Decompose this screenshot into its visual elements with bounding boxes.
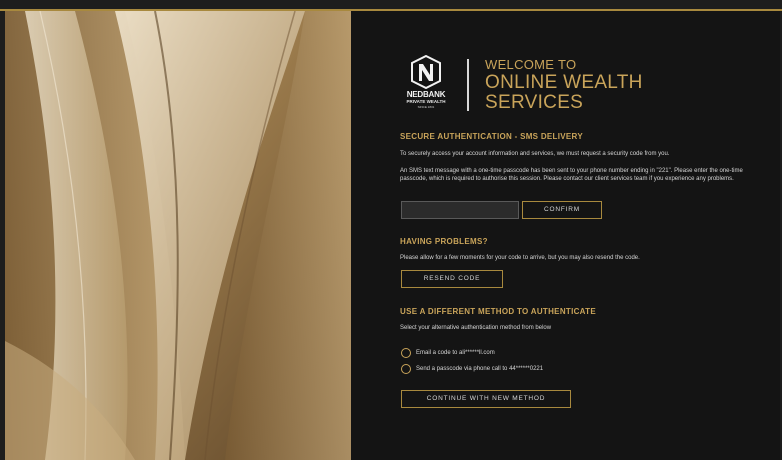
logo-subtitle: PRIVATE WEALTH xyxy=(406,99,446,104)
nedbank-shield-icon xyxy=(411,54,441,90)
problems-heading: HAVING PROBLEMS? xyxy=(400,237,488,246)
feather-background-image xyxy=(5,11,351,460)
sms-instructions-text: An SMS text message with a one-time pass… xyxy=(400,168,743,182)
resend-code-button[interactable]: RESEND CODE xyxy=(401,270,503,288)
welcome-title: WELCOME TO ONLINE WEALTH SERVICES xyxy=(485,58,643,113)
logo-tagline: SINCE 1831 xyxy=(417,105,435,109)
confirm-button[interactable]: CONFIRM xyxy=(522,201,602,219)
phone-call-radio[interactable] xyxy=(401,364,411,374)
login-panel: NEDBANK PRIVATE WEALTH SINCE 1831 WELCOM… xyxy=(351,11,780,460)
phone-call-option[interactable]: Send a passcode via phone call to 44****… xyxy=(401,363,621,375)
logo-divider xyxy=(467,59,469,111)
email-radio[interactable] xyxy=(401,348,411,358)
alternative-text: Select your alternative authentication m… xyxy=(400,325,552,331)
sms-heading: SECURE AUTHENTICATION - SMS DELIVERY xyxy=(400,132,583,141)
passcode-input[interactable] xyxy=(401,201,519,219)
continue-new-method-button[interactable]: CONTINUE WITH NEW METHOD xyxy=(401,390,571,408)
email-option-label: Email a code to ali******ll.com xyxy=(416,350,495,356)
logo-name: NEDBANK xyxy=(406,90,446,99)
nedbank-logo: NEDBANK PRIVATE WEALTH SINCE 1831 xyxy=(396,54,456,117)
page-frame: NEDBANK PRIVATE WEALTH SINCE 1831 WELCOM… xyxy=(0,0,782,460)
welcome-line-1: WELCOME TO xyxy=(485,57,577,72)
email-option[interactable]: Email a code to ali******ll.com xyxy=(401,347,601,359)
welcome-line-2: ONLINE WEALTH xyxy=(485,72,643,93)
alternative-heading: USE A DIFFERENT METHOD TO AUTHENTICATE xyxy=(400,307,596,316)
welcome-line-3: SERVICES xyxy=(485,92,584,113)
sms-intro-text: To securely access your account informat… xyxy=(400,151,670,157)
phone-call-option-label: Send a passcode via phone call to 44****… xyxy=(416,366,544,372)
problems-text: Please allow for a few moments for your … xyxy=(400,255,640,261)
